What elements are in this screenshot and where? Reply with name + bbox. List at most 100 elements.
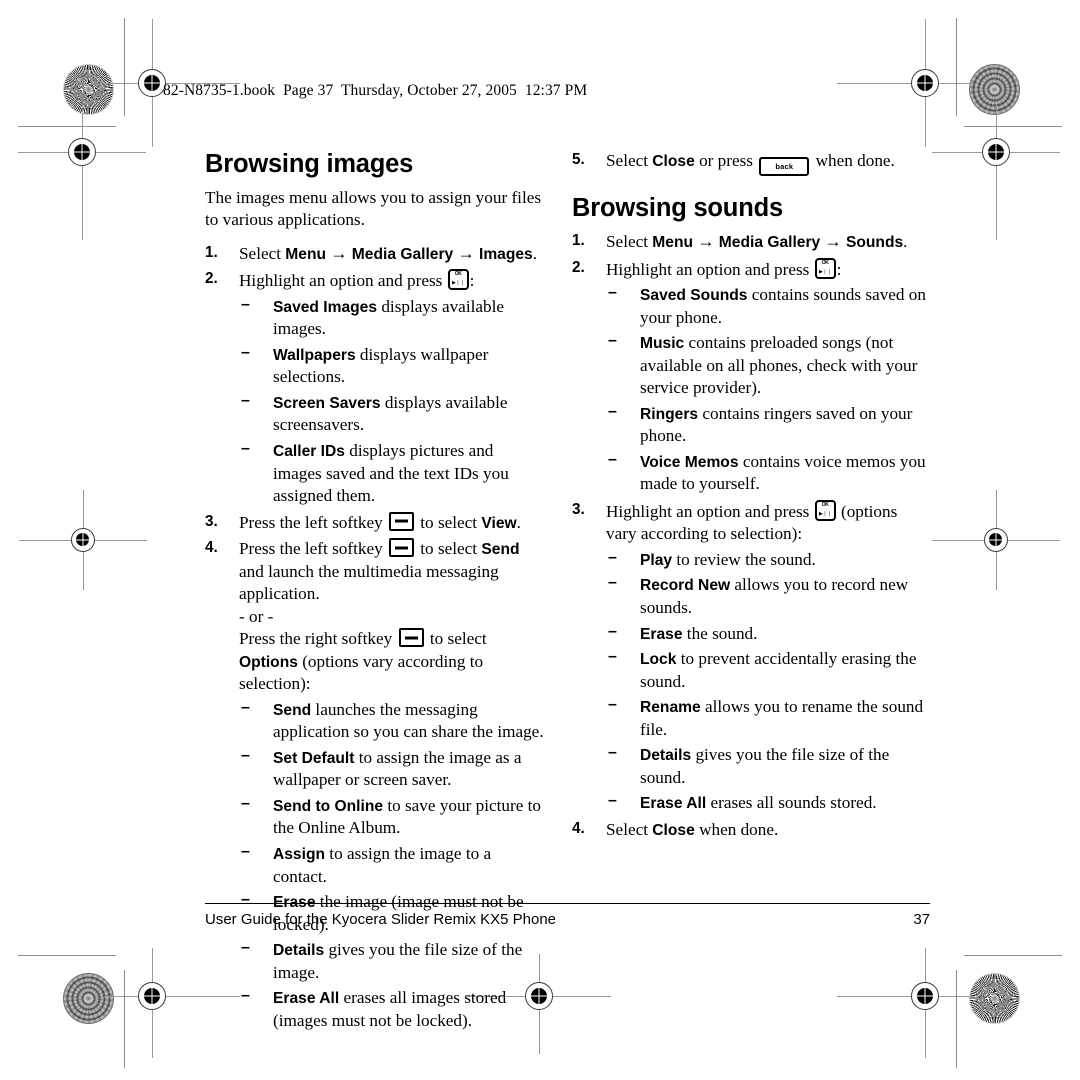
- crop-rule-top-right-vertical: [956, 18, 957, 116]
- dash-bullet: –: [241, 891, 250, 909]
- dash-bullet: –: [608, 622, 617, 640]
- bullet-text: to prevent accidentally erasing the soun…: [640, 649, 917, 691]
- ui-term: Record New: [640, 577, 731, 595]
- step-item: 1. Select Menu → Media Gallery → Images.: [205, 243, 545, 266]
- ui-term: Erase All: [640, 795, 707, 813]
- dash-bullet: –: [241, 939, 250, 957]
- ok-key-icon: OK ▶❘❘: [814, 499, 836, 521]
- ui-term: Voice Memos: [640, 453, 739, 471]
- starburst-mark-top-left: [63, 64, 114, 115]
- left-softkey-icon: [388, 538, 414, 558]
- halftone-mark-top-right: [969, 64, 1020, 115]
- step-text-lead: Press the left softkey: [239, 512, 387, 532]
- arrow-separator: →: [453, 243, 479, 263]
- steps-list-sounds: 1. Select Menu → Media Gallery → Sounds.…: [572, 231, 932, 841]
- ui-term-images: Images: [478, 245, 533, 263]
- sub-bullet-list: – Play to review the sound. – Record New a…: [606, 549, 932, 815]
- bullet-text: the sound.: [682, 623, 758, 643]
- step-number: 5.: [572, 151, 585, 168]
- ui-term: Send to Online: [273, 797, 384, 815]
- step-number: 2.: [205, 270, 218, 288]
- list-item: – Send to Online to save your picture to …: [239, 795, 545, 840]
- step-number: 1.: [572, 232, 585, 249]
- ui-term: Screen Savers: [273, 394, 381, 412]
- list-item: – Ringers contains ringers saved on your …: [606, 403, 932, 448]
- right-softkey-icon: [398, 628, 424, 648]
- step-text-lead: Select: [239, 243, 286, 263]
- step-text-tail: :: [836, 259, 842, 279]
- right-column: 5. Select Close or press back when done.…: [572, 150, 932, 845]
- ui-term: Rename: [640, 699, 701, 717]
- list-item: – Voice Memos contains voice memos you ma…: [606, 451, 932, 496]
- ui-term: Saved Sounds: [640, 287, 748, 305]
- play-pause-glyph: ▶❘❘: [819, 269, 832, 275]
- starburst-mark-bottom-right: [969, 973, 1020, 1024]
- list-item: – Play to review the sound.: [606, 549, 932, 572]
- ui-term-menu: Menu: [652, 234, 694, 251]
- halftone-mark-bottom-left: [63, 973, 114, 1024]
- crop-rule-lower-left-horizontal: [18, 955, 116, 956]
- ui-term: Erase All: [273, 990, 340, 1008]
- step-number: 2.: [572, 258, 585, 276]
- dash-bullet: –: [241, 987, 250, 1005]
- bullet-text: launches the messaging application so yo…: [273, 699, 544, 742]
- ui-term: Set Default: [273, 749, 355, 767]
- alt-text-lead: Press the right softkey: [239, 629, 397, 649]
- step-text-mid: or press: [694, 151, 758, 170]
- ui-term-menu: Menu: [285, 245, 327, 263]
- list-item: – Wallpapers displays wallpaper selection…: [239, 344, 545, 389]
- dash-bullet: –: [608, 744, 617, 762]
- dash-bullet: –: [241, 794, 250, 812]
- list-item: – Screen Savers displays available screen…: [239, 392, 545, 437]
- dash-bullet: –: [608, 548, 617, 566]
- step-text-lead: Press the left softkey: [239, 539, 387, 559]
- step-item: 2. Highlight an option and press OK ▶❘❘: …: [572, 257, 932, 496]
- ui-term-media-gallery: Media Gallery: [718, 234, 821, 251]
- sub-bullet-list: – Send launches the messaging application…: [239, 699, 545, 1032]
- play-pause-glyph: ▶❘❘: [452, 281, 465, 287]
- dash-bullet: –: [608, 284, 617, 302]
- dash-bullet: –: [608, 332, 617, 350]
- list-item: – Set Default to assign the image as a wa…: [239, 747, 545, 792]
- step-text-tail: .: [516, 512, 521, 532]
- list-item: – Erase the sound.: [606, 623, 932, 646]
- ui-term-sounds: Sounds: [845, 234, 904, 251]
- ui-term: Details: [273, 942, 325, 960]
- ok-key-label: OK: [821, 501, 829, 508]
- step-item: 5. Select Close or press back when done.: [572, 150, 932, 176]
- ui-term: Details: [640, 747, 692, 765]
- step-number: 4.: [572, 819, 585, 837]
- crop-rule-bottom-left-vertical: [124, 970, 125, 1068]
- step-item: 4. Select Close when done.: [572, 819, 932, 842]
- step-text-lead: Select: [606, 819, 653, 839]
- list-item: – Caller IDs displays pictures and images…: [239, 440, 545, 508]
- ui-term-options: Options: [239, 653, 298, 671]
- footer-rule: [205, 903, 930, 904]
- step-item: 1. Select Menu → Media Gallery → Sounds.: [572, 231, 932, 254]
- step-text-tail: when done.: [811, 151, 895, 170]
- alt-instruction: Press the right softkey to select Option…: [239, 628, 545, 696]
- left-softkey-icon: [388, 511, 414, 531]
- ui-term-send: Send: [481, 541, 520, 559]
- list-item: – Saved Images displays available images.: [239, 296, 545, 341]
- list-item: – Music contains preloaded songs (not ava…: [606, 332, 932, 400]
- ui-term-view: View: [481, 514, 517, 532]
- crop-rule-bottom-right-vertical: [956, 970, 957, 1068]
- step-text-mid: to select: [415, 512, 482, 532]
- step-text-tail: .: [903, 232, 908, 251]
- ui-term: Send: [273, 701, 312, 719]
- step-number: 3.: [205, 512, 218, 530]
- bullet-text: to review the sound.: [672, 549, 816, 569]
- section-heading-browsing-sounds: Browsing sounds: [572, 194, 783, 222]
- dash-bullet: –: [241, 295, 250, 313]
- dash-bullet: –: [608, 696, 617, 714]
- page-number: 37: [913, 911, 930, 928]
- step-item: 3. Highlight an option and press OK ▶❘❘ (…: [572, 499, 932, 815]
- step-text-tail: when done.: [694, 819, 779, 839]
- step-text-lead: Select: [606, 151, 653, 170]
- sub-bullet-list: – Saved Images displays available images.…: [239, 296, 545, 508]
- sub-bullet-list: – Saved Sounds contains sounds saved on y…: [606, 284, 932, 496]
- crop-rule-top-left-vertical: [124, 18, 125, 116]
- dash-bullet: –: [608, 648, 617, 666]
- bullet-text: erases all sounds stored.: [706, 793, 877, 813]
